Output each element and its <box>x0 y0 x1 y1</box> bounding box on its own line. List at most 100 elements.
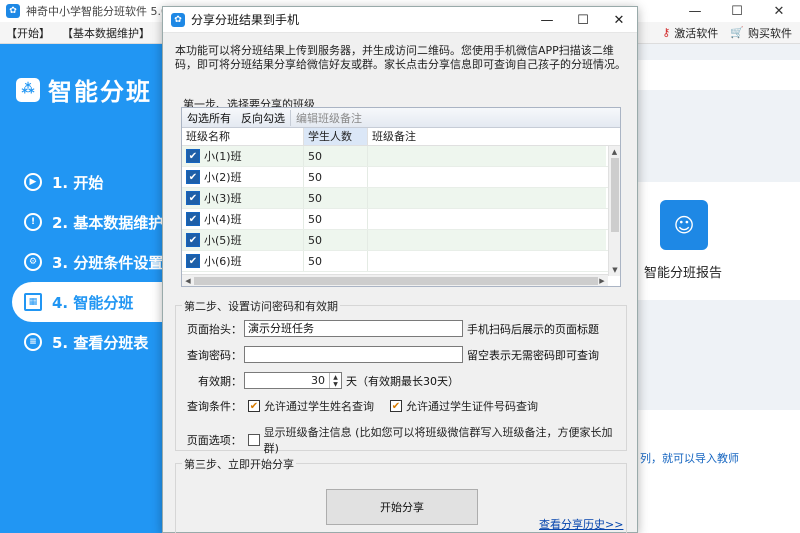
brand-name: 智能分班 <box>48 78 152 106</box>
student-count: 50 <box>304 146 368 166</box>
dialog-minimize-icon[interactable]: — <box>529 7 565 33</box>
table-row[interactable]: ✔ 小(6)班 50 <box>182 251 620 272</box>
menu-start[interactable]: 【开始】 <box>0 25 56 41</box>
scroll-down-icon[interactable]: ▼ <box>609 264 621 276</box>
class-name: 小(4)班 <box>204 212 242 226</box>
scroll-thumb[interactable] <box>611 158 619 232</box>
dialog-app-icon: ✿ <box>171 12 185 27</box>
sidebar-nav: ▶ 1. 开始 ! 2. 基本数据维护 ⚙ 3. 分班条件设置 ▦ 4. 智能分… <box>0 162 165 362</box>
step2-title: 第二步、设置访问密码和有效期 <box>182 298 340 314</box>
activate-software-link[interactable]: ⚷ 激活软件 <box>662 25 718 41</box>
stepper-arrows-icon[interactable]: ▲ ▼ <box>329 373 341 388</box>
row-checkbox[interactable]: ✔ <box>186 170 200 184</box>
student-count: 50 <box>304 188 368 208</box>
dialog-title: 分享分班结果到手机 <box>191 13 300 27</box>
class-note[interactable] <box>368 209 606 229</box>
hscroll-thumb[interactable] <box>194 277 598 285</box>
validity-value: 30 <box>311 374 325 387</box>
buy-software-link[interactable]: 🛒 购买软件 <box>730 25 792 41</box>
report-file-icon: ☺ <box>660 200 708 250</box>
step1-group: 第一步、选择要分享的班级 勾选所有 反向勾选 编辑班级备注 班级名称 学生人数 … <box>175 96 627 297</box>
sidebar-item-smart-class[interactable]: ▦ 4. 智能分班 <box>12 282 165 322</box>
class-name: 小(1)班 <box>204 149 242 163</box>
horizontal-scrollbar[interactable]: ◀ ▶ <box>182 274 608 286</box>
dialog-maximize-icon[interactable]: ☐ <box>565 7 601 33</box>
import-hint: 列，就可以导入教师 <box>640 452 739 465</box>
content-card-top <box>630 60 800 90</box>
student-count: 50 <box>304 167 368 187</box>
dialog-close-icon[interactable]: ✕ <box>601 7 637 33</box>
brand: ⁂ 智能分班 <box>16 72 152 107</box>
password-label: 查询密码： <box>187 348 242 362</box>
step3-title: 第三步、立即开始分享 <box>182 456 296 472</box>
sidebar-item-start[interactable]: ▶ 1. 开始 <box>0 162 165 202</box>
page-header-input[interactable]: 演示分班任务 <box>244 320 463 337</box>
sidebar-item-conditions[interactable]: ⚙ 3. 分班条件设置 <box>0 242 165 282</box>
class-note[interactable] <box>368 146 606 166</box>
maximize-icon[interactable]: ☐ <box>716 0 758 22</box>
gear-icon: ⚙ <box>24 253 42 271</box>
student-count: 50 <box>304 209 368 229</box>
grid-header: 班级名称 学生人数 班级备注 <box>182 128 620 146</box>
class-note[interactable] <box>368 251 606 271</box>
sidebar-item-view-table[interactable]: ≡ 5. 查看分班表 <box>0 322 165 362</box>
dialog-controls: — ☐ ✕ <box>529 7 637 33</box>
class-note[interactable] <box>368 167 606 187</box>
row-checkbox[interactable]: ✔ <box>186 191 200 205</box>
table-row[interactable]: ✔ 小(4)班 50 <box>182 209 620 230</box>
table-row[interactable]: ✔ 小(2)班 50 <box>182 167 620 188</box>
share-history-link[interactable]: 查看分享历史>> <box>539 516 623 532</box>
class-note[interactable] <box>368 230 606 250</box>
minimize-icon[interactable]: — <box>674 0 716 22</box>
col-class-note[interactable]: 班级备注 <box>368 128 606 145</box>
row-checkbox[interactable]: ✔ <box>186 254 200 268</box>
col-student-count[interactable]: 学生人数 <box>304 128 368 145</box>
row-checkbox[interactable]: ✔ <box>186 233 200 247</box>
validity-row: 有效期： 30 ▲ ▼ 天（有效期最长30天） <box>182 372 459 389</box>
scroll-up-icon[interactable]: ▲ <box>609 146 620 158</box>
class-name: 小(3)班 <box>204 191 242 205</box>
class-name: 小(6)班 <box>204 254 242 268</box>
import-card: 列，就可以导入教师 <box>630 410 800 533</box>
grid-toolbar: 勾选所有 反向勾选 编辑班级备注 <box>182 108 620 128</box>
validity-hint: 天（有效期最长30天） <box>346 374 459 388</box>
cond-name-checkbox[interactable]: ✔ 允许通过学生姓名查询 <box>248 398 374 414</box>
report-label: 智能分班报告 <box>644 266 723 281</box>
row-checkbox[interactable]: ✔ <box>186 212 200 226</box>
sidebar: ⁂ 智能分班 ▶ 1. 开始 ! 2. 基本数据维护 ⚙ 3. 分班条件设置 ▦… <box>0 44 165 533</box>
row-checkbox[interactable]: ✔ <box>186 149 200 163</box>
invert-selection-button[interactable]: 反向勾选 <box>236 110 290 126</box>
password-input[interactable] <box>244 346 463 363</box>
key-icon: ⚷ <box>662 26 671 39</box>
edit-note-button[interactable]: 编辑班级备注 <box>290 109 367 126</box>
menu-basic-data[interactable]: 【基本数据维护】 <box>56 25 156 41</box>
step2-group: 第二步、设置访问密码和有效期 页面抬头： 演示分班任务 手机扫码后展示的页面标题… <box>175 298 627 455</box>
report-card[interactable]: ☺ 智能分班报告 <box>630 182 800 300</box>
show-note-checkbox[interactable]: 显示班级备注信息 (比如您可以将班级微信群写入班级备注，方便家长加群) <box>247 424 626 456</box>
vertical-scrollbar[interactable]: ▲ ▼ <box>608 146 620 276</box>
select-all-button[interactable]: 勾选所有 <box>182 110 236 126</box>
col-class-name[interactable]: 班级名称 <box>182 128 304 145</box>
class-name: 小(5)班 <box>204 233 242 247</box>
checkmark-icon: ✔ <box>390 400 402 412</box>
conditions-row: 查询条件： ✔ 允许通过学生姓名查询 ✔ 允许通过学生证件号码查询 <box>182 398 538 414</box>
close-icon[interactable]: ✕ <box>758 0 800 22</box>
table-row[interactable]: ✔ 小(1)班 50 <box>182 146 620 167</box>
play-icon: ▶ <box>24 173 42 191</box>
share-dialog: ✿ 分享分班结果到手机 — ☐ ✕ 本功能可以将分班结果上传到服务器，并生成访问… <box>162 6 638 533</box>
table-row[interactable]: ✔ 小(5)班 50 <box>182 230 620 251</box>
scroll-left-icon[interactable]: ◀ <box>182 275 194 287</box>
sidebar-item-basic-data[interactable]: ! 2. 基本数据维护 <box>0 202 165 242</box>
dialog-titlebar: ✿ 分享分班结果到手机 — ☐ ✕ <box>163 7 637 33</box>
options-label: 页面选项： <box>186 434 242 447</box>
header-label: 页面抬头： <box>187 322 242 336</box>
validity-stepper[interactable]: 30 ▲ ▼ <box>244 372 342 389</box>
scroll-right-icon[interactable]: ▶ <box>596 275 608 287</box>
table-row[interactable]: ✔ 小(3)班 50 <box>182 188 620 209</box>
class-note[interactable] <box>368 188 606 208</box>
cond-id-checkbox[interactable]: ✔ 允许通过学生证件号码查询 <box>390 398 538 414</box>
grid-body: ✔ 小(1)班 50 ✔ 小(2)班 50 ✔ 小(3)班 50 ✔ 小(4)班 50 <box>182 146 620 272</box>
info-icon: ! <box>24 213 42 231</box>
start-share-button[interactable]: 开始分享 <box>326 489 478 525</box>
brand-logo-icon: ⁂ <box>16 77 40 102</box>
